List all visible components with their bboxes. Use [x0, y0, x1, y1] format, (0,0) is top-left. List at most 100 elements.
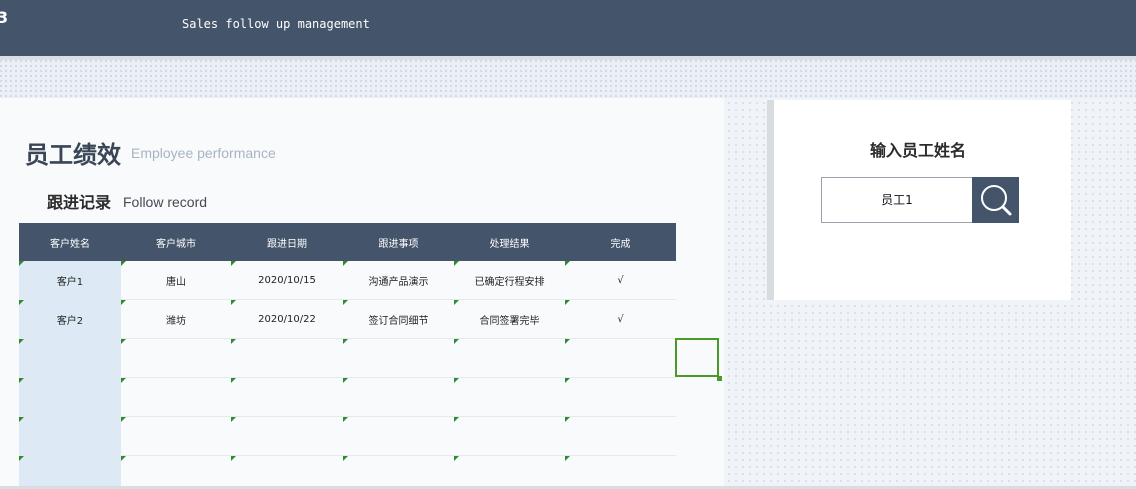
cell-text: 2020/10/22 [258, 313, 316, 325]
spacer-strip [0, 60, 1136, 98]
cell-follow-item[interactable] [343, 377, 454, 417]
cell-text: √ [617, 313, 624, 325]
cell-customer-name[interactable] [19, 377, 121, 417]
cell-result[interactable] [454, 455, 565, 489]
cell-comment-marker [121, 417, 126, 422]
cell-comment-marker [19, 378, 24, 383]
table-row [19, 416, 676, 456]
fill-handle[interactable] [717, 376, 722, 381]
cell-comment-marker [231, 261, 236, 266]
cell-result[interactable] [454, 377, 565, 417]
cell-done[interactable]: √ [565, 261, 676, 300]
table-row [19, 455, 676, 489]
cell-comment-marker [121, 456, 126, 461]
spreadsheet-dashboard: 3 Sales follow up management 员工绩效 Employ… [0, 0, 1136, 489]
cell-comment-marker [121, 378, 126, 383]
cell-result[interactable]: 合同签署完毕 [454, 299, 565, 339]
cell-done[interactable] [565, 338, 676, 378]
cell-follow-date[interactable]: 2020/10/15 [231, 261, 343, 300]
cell-result[interactable] [454, 338, 565, 378]
cell-follow-item[interactable] [343, 416, 454, 456]
cell-comment-marker [565, 456, 570, 461]
search-button[interactable] [972, 177, 1019, 223]
employee-name-input[interactable]: 员工1 [821, 177, 973, 223]
search-icon [980, 185, 1011, 216]
cell-customer-city[interactable] [121, 338, 231, 378]
cell-comment-marker [565, 378, 570, 383]
cell-customer-name[interactable]: 客户2 [19, 299, 121, 339]
cell-follow-item[interactable]: 沟通产品演示 [343, 261, 454, 300]
cell-done[interactable] [565, 377, 676, 417]
employee-search-label: 输入员工姓名 [870, 141, 967, 160]
column-header-result[interactable]: 处理结果 [454, 223, 565, 261]
cell-follow-item[interactable]: 签订合同细节 [343, 299, 454, 339]
cell-comment-marker [454, 456, 459, 461]
cell-customer-city[interactable]: 潍坊 [121, 299, 231, 339]
cell-comment-marker [231, 378, 236, 383]
cell-comment-marker [231, 456, 236, 461]
cell-follow-item[interactable] [343, 338, 454, 378]
banner-title: Sales follow up management [182, 17, 370, 31]
cell-customer-city[interactable] [121, 377, 231, 417]
cell-text: 合同签署完毕 [479, 315, 540, 327]
selected-cell[interactable] [675, 338, 719, 377]
cell-follow-date[interactable] [231, 416, 343, 456]
column-header-follow-item[interactable]: 跟进事项 [343, 223, 454, 261]
performance-subtitle: Employee performance [131, 145, 276, 161]
cell-customer-city[interactable] [121, 416, 231, 456]
column-header-customer-city[interactable]: 客户城市 [121, 223, 231, 261]
cell-result[interactable] [454, 416, 565, 456]
cell-comment-marker [121, 261, 126, 266]
cell-comment-marker [343, 456, 348, 461]
cell-comment-marker [19, 339, 24, 344]
cell-comment-marker [565, 417, 570, 422]
top-banner: 3 Sales follow up management [0, 0, 1136, 56]
cell-comment-marker [231, 339, 236, 344]
cell-comment-marker [19, 300, 24, 305]
column-header-done[interactable]: 完成 [565, 223, 676, 261]
cell-comment-marker [19, 417, 24, 422]
banner-edge-glyph: 3 [0, 8, 9, 27]
cell-comment-marker [231, 300, 236, 305]
cell-follow-item[interactable] [343, 455, 454, 489]
cell-text: 客户1 [56, 276, 84, 288]
cell-comment-marker [454, 378, 459, 383]
cell-customer-name[interactable]: 客户1 [19, 261, 121, 300]
cell-comment-marker [454, 261, 459, 266]
cell-text: 签订合同细节 [368, 315, 429, 327]
cell-customer-name[interactable] [19, 455, 121, 489]
cell-text: 已确定行程安排 [474, 276, 545, 288]
cell-follow-date[interactable] [231, 455, 343, 489]
cell-comment-marker [454, 300, 459, 305]
cell-text: 客户2 [56, 315, 84, 327]
cell-comment-marker [565, 300, 570, 305]
cell-comment-marker [565, 339, 570, 344]
cell-comment-marker [19, 261, 24, 266]
cell-follow-date[interactable] [231, 377, 343, 417]
cell-comment-marker [565, 261, 570, 266]
cell-comment-marker [121, 339, 126, 344]
cell-customer-name[interactable] [19, 338, 121, 378]
cell-follow-date[interactable]: 2020/10/22 [231, 299, 343, 339]
column-header-customer-name[interactable]: 客户姓名 [19, 223, 121, 261]
table-row [19, 338, 676, 378]
cell-text: √ [617, 274, 624, 286]
cell-customer-city[interactable] [121, 455, 231, 489]
cell-comment-marker [343, 378, 348, 383]
cell-comment-marker [454, 417, 459, 422]
cell-done[interactable]: √ [565, 299, 676, 339]
cell-text: 唐山 [166, 276, 186, 288]
cell-comment-marker [343, 339, 348, 344]
cell-comment-marker [343, 261, 348, 266]
column-header-follow-date[interactable]: 跟进日期 [231, 223, 343, 261]
follow-record-table: 客户姓名 客户城市 跟进日期 跟进事项 处理结果 完成 客户1 唐山 2020/10… [19, 223, 676, 489]
cell-customer-city[interactable]: 唐山 [121, 261, 231, 300]
cell-done[interactable] [565, 416, 676, 456]
cell-text: 2020/10/15 [258, 274, 316, 286]
table-row: 客户1 唐山 2020/10/15 沟通产品演示 已确定行程安排 √ [19, 261, 676, 300]
cell-customer-name[interactable] [19, 416, 121, 456]
follow-record-subtitle: Follow record [123, 194, 208, 210]
cell-done[interactable] [565, 455, 676, 489]
cell-follow-date[interactable] [231, 338, 343, 378]
cell-result[interactable]: 已确定行程安排 [454, 261, 565, 300]
